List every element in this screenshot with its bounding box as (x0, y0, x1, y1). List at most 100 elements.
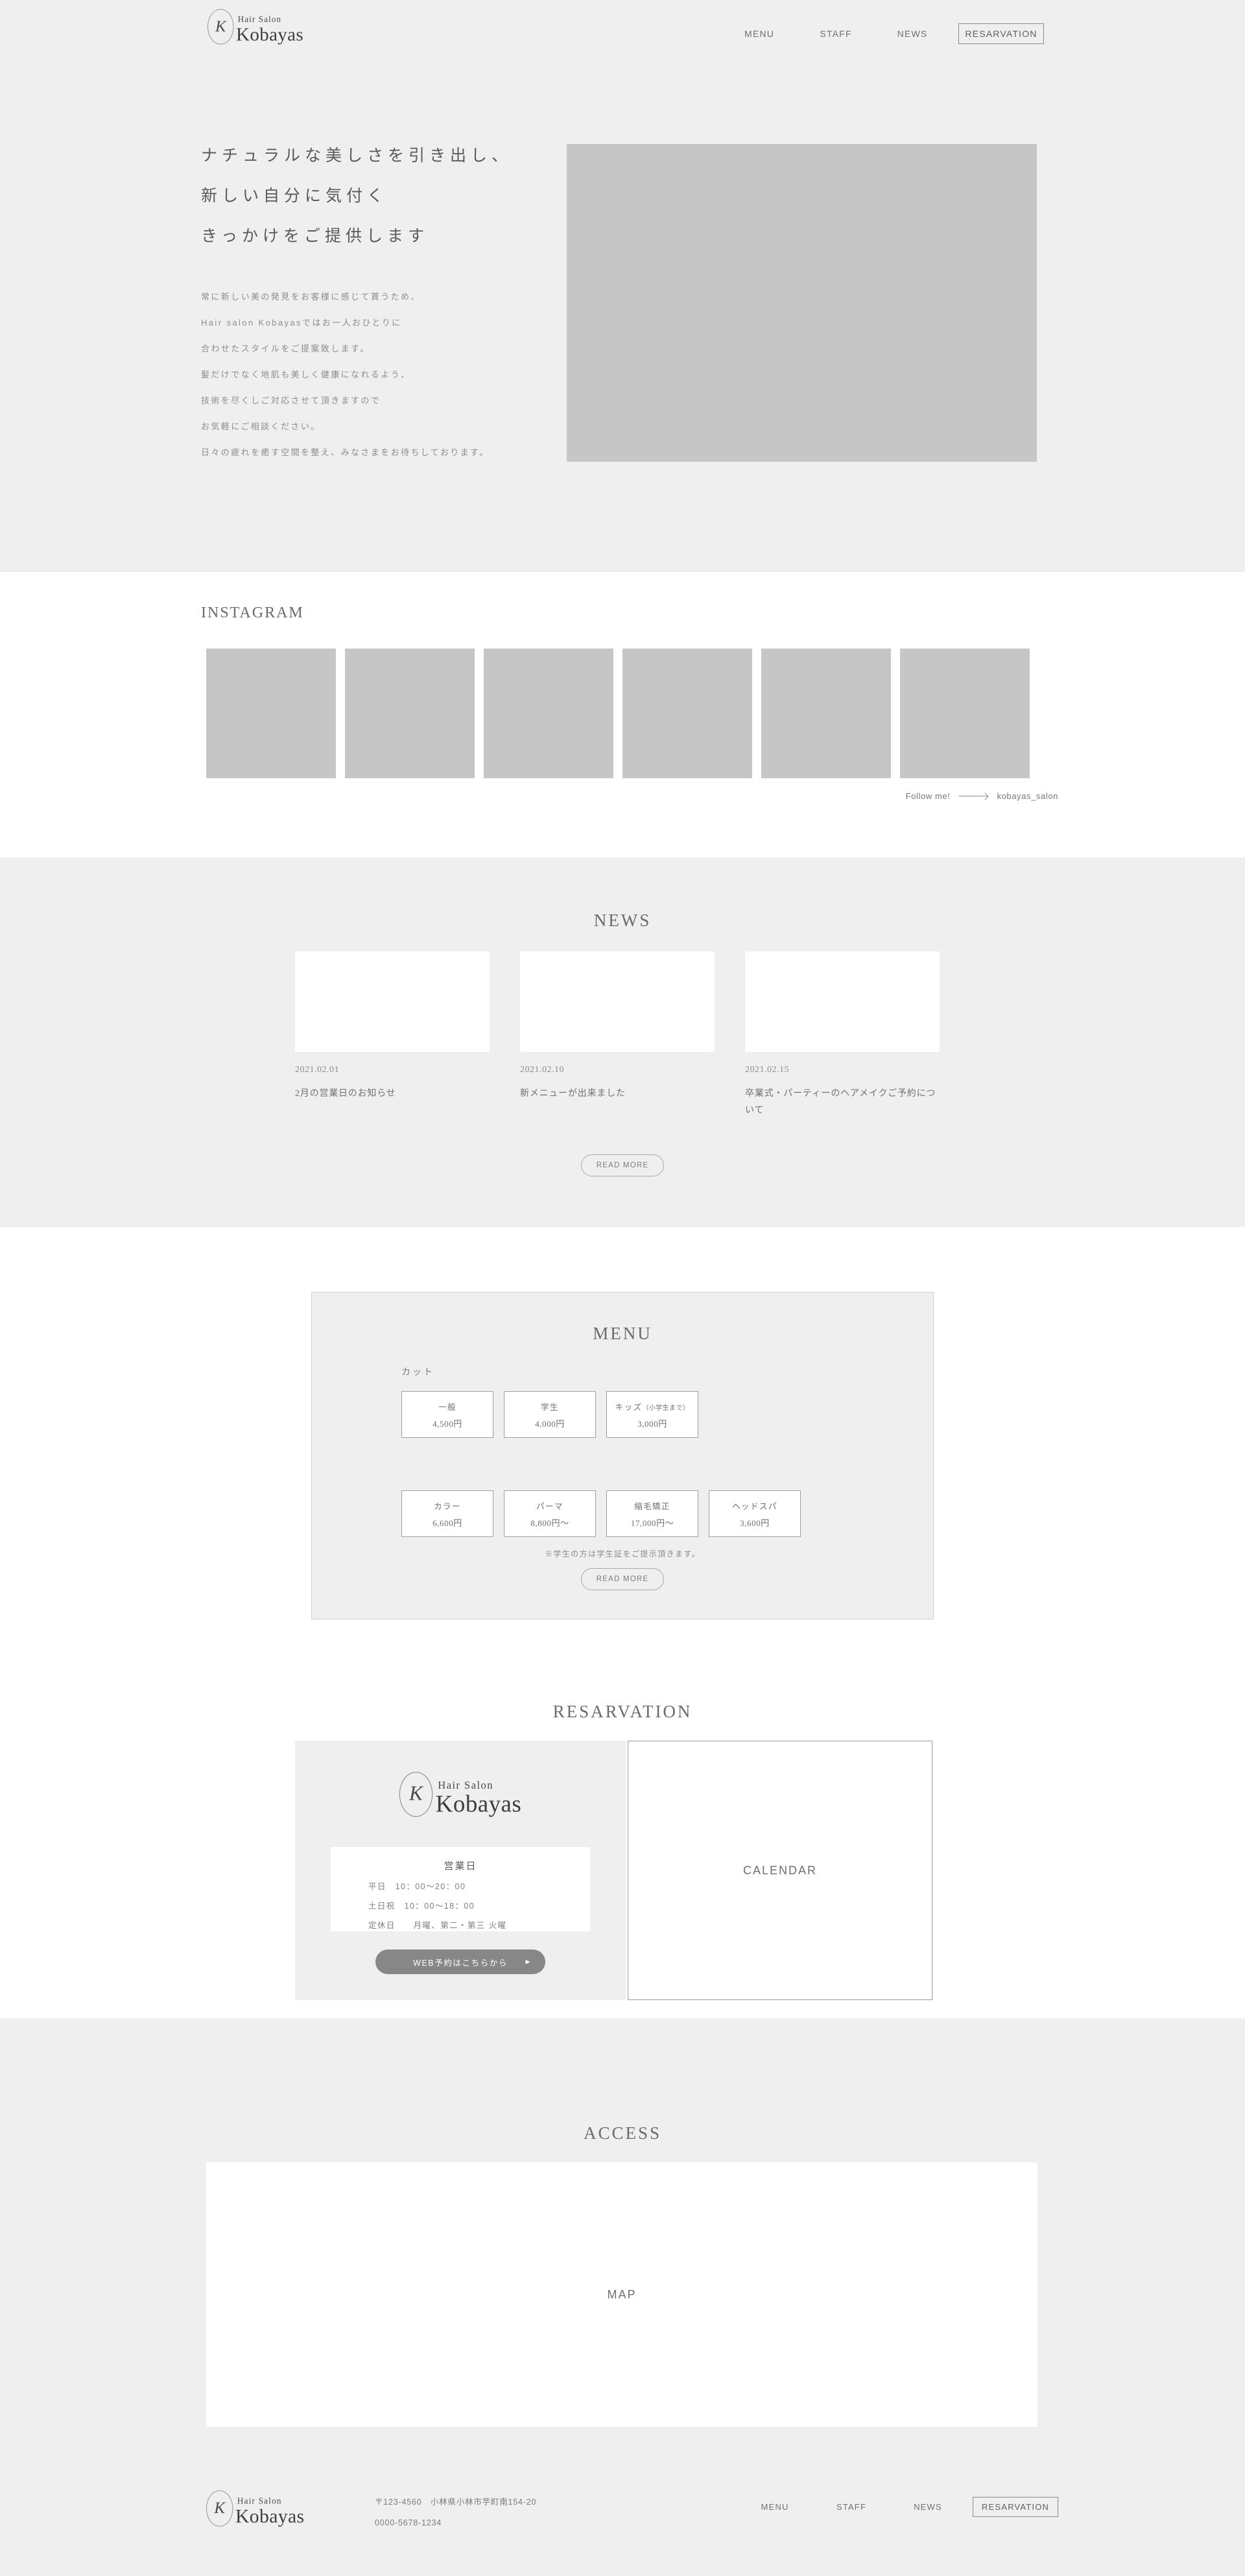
reservation-info-panel: K Hair Salon Kobayas 営業日 平日 10：00〜20：00 … (295, 1741, 626, 2000)
footer-address: 〒123-4560 小林県小林市芋町南154-20 (375, 2498, 537, 2507)
logo-name: Kobayas (435, 1791, 522, 1818)
menu-item-name: パーマ (536, 1501, 563, 1511)
instagram-grid (206, 649, 1030, 778)
reservation-logo: K Hair Salon Kobayas (399, 1772, 521, 1817)
news-thumbnail (745, 951, 940, 1052)
news-thumbnail (295, 951, 490, 1052)
instagram-title: INSTAGRAM (201, 604, 304, 621)
news-readmore-wrap: READ MORE (0, 1154, 1245, 1176)
footer-phone[interactable]: 0000-5678-1234 (375, 2512, 536, 2533)
instagram-tile[interactable] (622, 649, 752, 778)
menu-item[interactable]: 一般 4,500円 (401, 1391, 493, 1438)
web-reservation-label: WEB予約はこちらから (412, 1958, 508, 1968)
menu-item-name-text: キッズ (615, 1402, 643, 1412)
logo-subtitle: Hair Salon (237, 2496, 282, 2507)
logo-monogram-icon: K (399, 1772, 433, 1817)
footer-logo[interactable]: K Hair Salon Kobayas (206, 2490, 304, 2527)
menu-category-label: カット (401, 1368, 434, 1377)
instagram-tile[interactable] (206, 649, 336, 778)
logo-subtitle: Hair Salon (438, 1780, 493, 1792)
caret-right-icon: ▶ (525, 1958, 531, 1965)
logo-subtitle: Hair Salon (237, 15, 282, 25)
news-read-more-button[interactable]: READ MORE (581, 1154, 664, 1176)
news-grid: 2021.02.01 2月の営業日のお知らせ 2021.02.10 新メニューが… (295, 951, 940, 1119)
news-card[interactable]: 2021.02.15 卒業式・パーティーのヘアメイクご予約について (745, 951, 940, 1119)
web-reservation-button[interactable]: WEB予約はこちらから ▶ (375, 1950, 545, 1974)
logo-monogram-icon: K (206, 2490, 233, 2527)
site-footer: K Hair Salon Kobayas 〒123-4560 小林県小林市芋町南… (0, 2466, 1245, 2576)
follow-label: Follow me! (905, 791, 951, 801)
menu-item[interactable]: カラー 6,600円 (401, 1490, 493, 1537)
menu-row-cut: 一般 4,500円 学生 4,000円 キッズ（小学生まで） 3,000円 (401, 1391, 698, 1438)
menu-row-other: カラー 6,600円 パーマ 8,800円〜 縮毛矯正 17,000円〜 ヘッド… (401, 1490, 801, 1537)
instagram-section: INSTAGRAM Follow me! kobayas_salon (0, 572, 1245, 857)
reservation-section: RESARVATION K Hair Salon Kobayas 営業日 平日 … (0, 1623, 1245, 2018)
instagram-follow-link[interactable]: Follow me! kobayas_salon (906, 791, 1058, 801)
instagram-tile[interactable] (761, 649, 891, 778)
hero-section: ナチュラルな美しさを引き出し、 新しい自分に気付く きっかけをご提供します 常に… (0, 0, 1245, 572)
news-headline: 2月の営業日のお知らせ (295, 1089, 396, 1099)
reservation-title: RESARVATION (552, 1702, 693, 1721)
news-card[interactable]: 2021.02.01 2月の営業日のお知らせ (295, 951, 490, 1119)
footer-contact: 〒123-4560 小林県小林市芋町南154-20 0000-5678-1234 (375, 2492, 536, 2533)
menu-item[interactable]: ヘッドスパ 3,600円 (709, 1490, 801, 1537)
instagram-tile[interactable] (900, 649, 1030, 778)
menu-item-price: 17,000円〜 (630, 1518, 674, 1528)
news-headline: 卒業式・パーティーのヘアメイクご予約について (745, 1089, 936, 1115)
nav-reservation-button[interactable]: RESARVATION (958, 23, 1044, 44)
business-hours-line: 平日 10：00〜20：00 (368, 1882, 466, 1891)
menu-title: MENU (593, 1324, 652, 1343)
business-hours-line: 定休日 月曜、第二・第三 火曜 (368, 1921, 507, 1930)
menu-item-price: 4,000円 (535, 1418, 565, 1429)
menu-read-more-button[interactable]: READ MORE (581, 1568, 664, 1590)
news-date: 2021.02.01 (295, 1065, 339, 1075)
instagram-tile[interactable] (345, 649, 475, 778)
menu-item-name: キッズ（小学生まで） (615, 1400, 690, 1413)
business-hours-card: 営業日 平日 10：00〜20：00 土日祝 10：00〜18：00 定休日 月… (331, 1847, 590, 1931)
menu-item-name: カラー (434, 1501, 461, 1511)
nav-item-news[interactable]: NEWS (874, 29, 951, 39)
menu-item-name: 一般 (438, 1402, 456, 1412)
menu-item[interactable]: パーマ 8,800円〜 (504, 1490, 596, 1537)
logo-name: Kobayas (236, 24, 304, 45)
menu-item-price: 3,600円 (740, 1518, 770, 1528)
menu-item-name: ヘッドスパ (732, 1501, 777, 1511)
menu-note: ※学生の方は学生証をご提示頂きます。 (544, 1549, 700, 1558)
menu-section: MENU カット 一般 4,500円 学生 4,000円 キッズ（小学生まで） … (0, 1227, 1245, 1623)
logo-monogram-icon: K (208, 9, 234, 45)
menu-item[interactable]: キッズ（小学生まで） 3,000円 (606, 1391, 698, 1438)
footer-nav-item-staff[interactable]: STAFF (813, 2502, 890, 2512)
logo-name: Kobayas (235, 2506, 305, 2527)
menu-item-name: 学生 (541, 1402, 559, 1412)
nav-item-staff[interactable]: STAFF (798, 29, 874, 39)
menu-item[interactable]: 縮毛矯正 17,000円〜 (606, 1490, 698, 1537)
site-header: K Hair Salon Kobayas MENU STAFF NEWS RES… (0, 0, 1245, 64)
footer-nav-item-menu[interactable]: MENU (737, 2502, 813, 2512)
menu-item-price: 6,600円 (433, 1518, 462, 1528)
menu-item[interactable]: 学生 4,000円 (504, 1391, 596, 1438)
calendar-placeholder[interactable]: CALENDAR (628, 1741, 932, 2000)
news-title: NEWS (593, 911, 652, 930)
menu-readmore-wrap: READ MORE (312, 1568, 933, 1590)
footer-nav-reservation-button[interactable]: RESARVATION (973, 2497, 1058, 2517)
news-date: 2021.02.15 (745, 1065, 789, 1075)
access-title: ACCESS (583, 2123, 662, 2143)
menu-item-price: 3,000円 (637, 1418, 667, 1429)
site-logo[interactable]: K Hair Salon Kobayas (208, 9, 303, 45)
business-hours-line: 土日祝 10：00〜18：00 (368, 1902, 475, 1911)
menu-item-price: 4,500円 (433, 1418, 462, 1429)
footer-nav-item-news[interactable]: NEWS (890, 2502, 966, 2512)
access-section: ACCESS MAP (0, 2018, 1245, 2466)
menu-item-price: 8,800円〜 (530, 1518, 569, 1528)
news-date: 2021.02.10 (520, 1065, 564, 1075)
news-card[interactable]: 2021.02.10 新メニューが出来ました (520, 951, 715, 1119)
header-nav: MENU STAFF NEWS RESARVATION (721, 23, 1044, 44)
nav-item-menu[interactable]: MENU (721, 29, 798, 39)
instagram-tile[interactable] (484, 649, 613, 778)
news-headline: 新メニューが出来ました (520, 1089, 626, 1099)
instagram-handle: kobayas_salon (997, 791, 1058, 801)
map-placeholder[interactable]: MAP (206, 2162, 1038, 2427)
business-hours-heading: 営業日 (444, 1861, 477, 1872)
menu-item-note: （小学生まで） (642, 1404, 690, 1412)
hero-image-placeholder (567, 144, 1037, 462)
